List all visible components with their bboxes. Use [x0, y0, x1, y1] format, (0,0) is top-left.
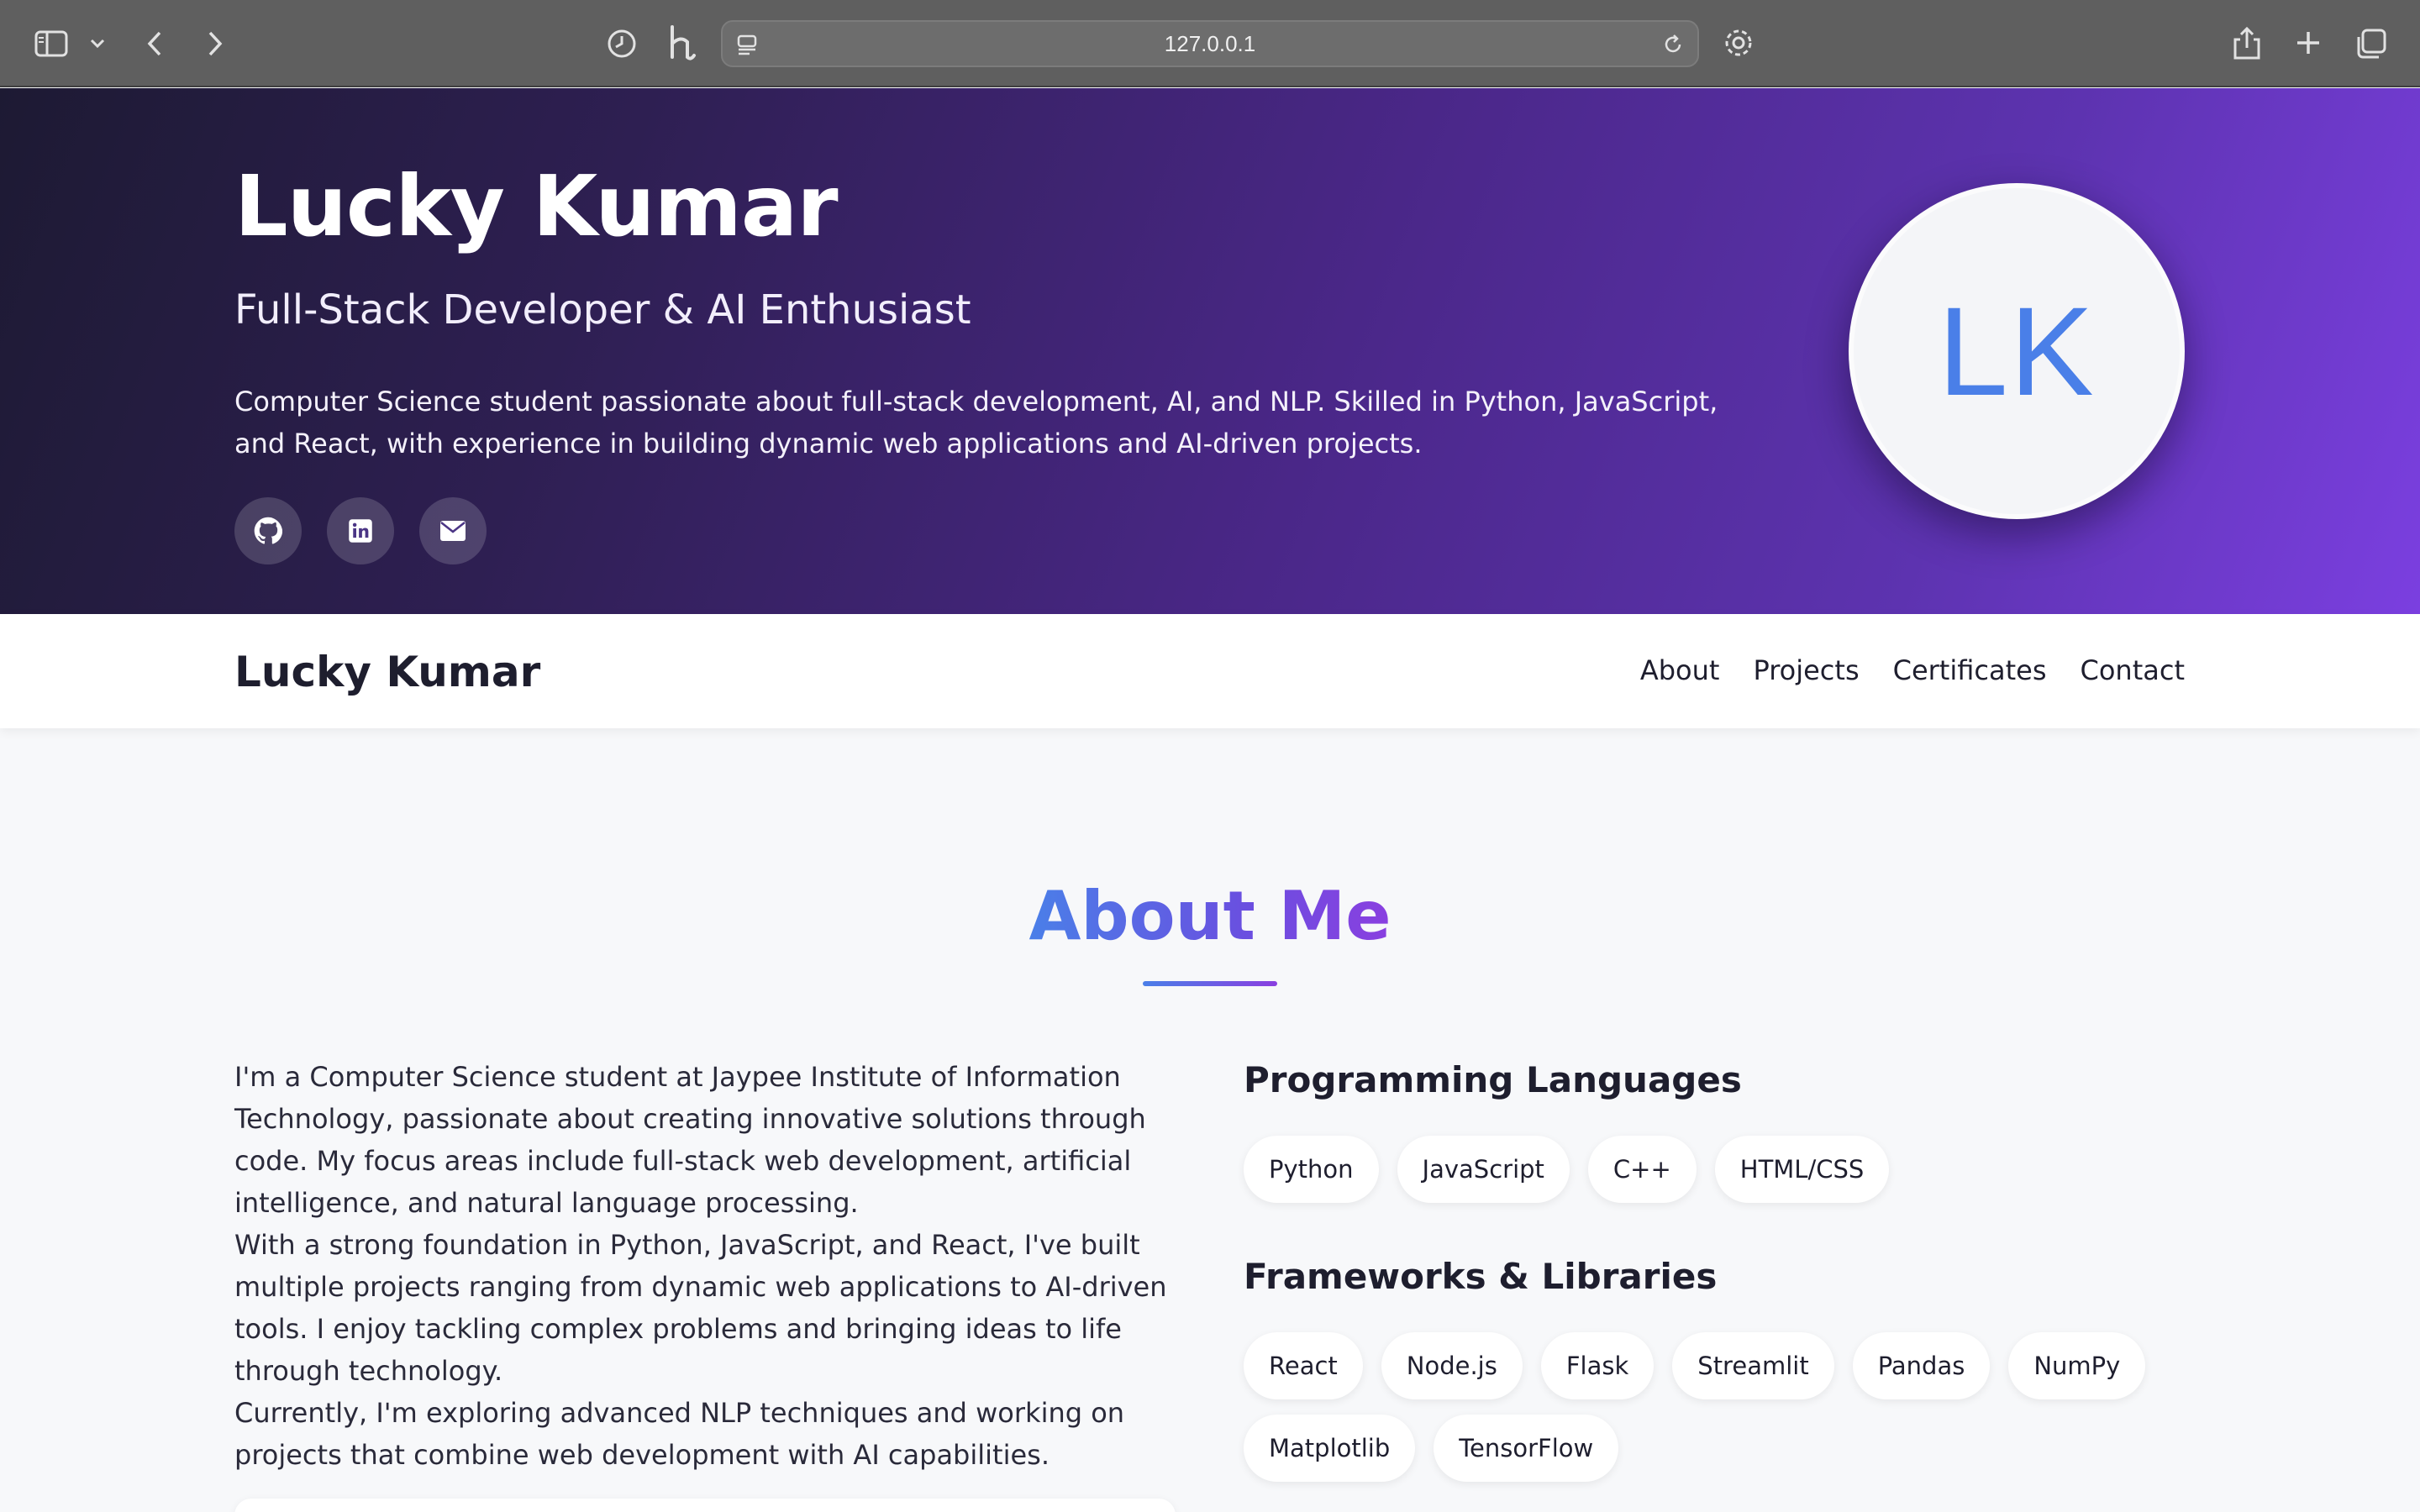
about-text: I'm a Computer Science student at Jaypee…: [234, 1056, 1197, 1476]
section-title-about: About Me: [0, 877, 2420, 955]
email-link[interactable]: [419, 497, 487, 564]
hero-description: Computer Science student passionate abou…: [234, 386, 1718, 459]
sidebar-icon[interactable]: [32, 25, 71, 62]
linkedin-icon: [349, 519, 372, 543]
url-text[interactable]: 127.0.0.1: [723, 22, 1697, 66]
avatar-initials: LK: [1938, 280, 2096, 422]
nav-link-projects[interactable]: Projects: [1753, 654, 1859, 686]
new-tab-icon[interactable]: [2291, 25, 2326, 60]
hero-section: Lucky Kumar Full-Stack Developer & AI En…: [0, 88, 2420, 614]
skill-chip: Streamlit: [1672, 1332, 1834, 1399]
address-bar[interactable]: 127.0.0.1: [721, 20, 1699, 67]
about-paragraph: I'm a Computer Science student at Jaypee…: [234, 1061, 1146, 1219]
history-icon[interactable]: [603, 25, 640, 62]
skill-chip: Node.js: [1381, 1332, 1523, 1399]
nav-links: About Projects Certificates Contact: [1640, 654, 2185, 686]
skill-chip: Pandas: [1852, 1332, 1991, 1399]
github-icon: [254, 517, 282, 544]
info-card: [234, 1499, 1176, 1512]
github-link[interactable]: [234, 497, 302, 564]
skill-heading-languages: Programming Languages: [1244, 1059, 1742, 1100]
about-title-text: About Me: [1028, 877, 1392, 955]
chevron-down-icon[interactable]: [87, 34, 108, 54]
social-links: [234, 497, 487, 564]
reload-icon[interactable]: [1660, 32, 1686, 57]
skill-chip: C++: [1587, 1136, 1697, 1203]
forward-icon[interactable]: [200, 25, 230, 62]
email-icon: [440, 521, 466, 541]
skill-chip: NumPy: [2008, 1332, 2146, 1399]
nav-link-certificates[interactable]: Certificates: [1893, 654, 2047, 686]
skill-chips-languages: Python JavaScript C++ HTML/CSS: [1244, 1136, 2252, 1203]
back-icon[interactable]: [139, 25, 170, 62]
share-icon[interactable]: [2228, 22, 2265, 64]
skill-chip: Matplotlib: [1244, 1415, 1416, 1482]
settings-gear-icon[interactable]: [1719, 24, 1758, 62]
nav-brand[interactable]: Lucky Kumar: [234, 648, 540, 696]
skill-chips-frameworks: React Node.js Flask Streamlit Pandas Num…: [1244, 1332, 2252, 1482]
hero-name: Lucky Kumar: [234, 157, 839, 255]
skill-chip: HTML/CSS: [1714, 1136, 1890, 1203]
skill-chip: TensorFlow: [1434, 1415, 1619, 1482]
skill-chip: Python: [1244, 1136, 1379, 1203]
skill-chip: React: [1244, 1332, 1363, 1399]
skill-heading-frameworks: Frameworks & Libraries: [1244, 1256, 1718, 1297]
about-paragraph: With a strong foundation in Python, Java…: [234, 1229, 1167, 1387]
nav-link-about[interactable]: About: [1640, 654, 1720, 686]
hero-subtitle: Full-Stack Developer & AI Enthusiast: [234, 286, 971, 333]
nav-link-contact[interactable]: Contact: [2081, 654, 2186, 686]
title-underline: [1143, 981, 1277, 986]
skill-chip: Flask: [1540, 1332, 1655, 1399]
avatar: LK: [1849, 183, 2185, 519]
about-paragraph: Currently, I'm exploring advanced NLP te…: [234, 1397, 1125, 1471]
extension-h-icon[interactable]: [664, 22, 701, 64]
top-navbar: Lucky Kumar About Projects Certificates …: [0, 614, 2420, 728]
tabs-overview-icon[interactable]: [2353, 25, 2390, 62]
browser-toolbar: 127.0.0.1: [0, 0, 2420, 87]
linkedin-link[interactable]: [327, 497, 394, 564]
skill-chip: JavaScript: [1397, 1136, 1570, 1203]
